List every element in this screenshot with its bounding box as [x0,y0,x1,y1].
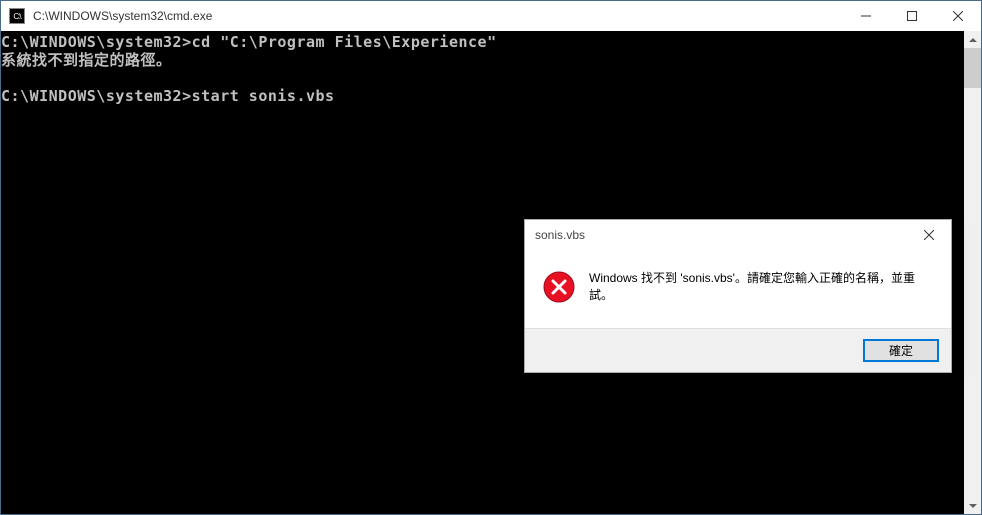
dialog-footer: 確定 [525,328,951,372]
dialog-body: Windows 找不到 'sonis.vbs'。請確定您輸入正確的名稱，並重試。 [525,250,951,328]
window-controls [843,1,981,31]
scrollbar[interactable] [964,31,981,514]
cmd-input-line: start sonis.vbs [192,87,335,105]
error-dialog: sonis.vbs Windows 找不到 'sonis.vbs'。請確定您輸入… [524,219,952,373]
error-icon [543,271,575,303]
cmd-title: C:\WINDOWS\system32\cmd.exe [31,9,843,23]
maximize-button[interactable] [889,1,935,31]
dialog-close-button[interactable] [906,220,951,250]
ok-button[interactable]: 確定 [863,339,939,362]
cmd-output-line: 系統找不到指定的路徑。 [1,51,172,69]
dialog-message: Windows 找不到 'sonis.vbs'。請確定您輸入正確的名稱，並重試。 [589,270,933,304]
close-button[interactable] [935,1,981,31]
minimize-button[interactable] [843,1,889,31]
cmd-input-line: cd "C:\Program Files\Experience" [192,33,497,51]
dialog-title: sonis.vbs [535,228,906,242]
scroll-up-button[interactable] [964,31,981,48]
prompt: C:\WINDOWS\system32> [1,33,192,51]
scroll-down-button[interactable] [964,497,981,514]
scroll-thumb[interactable] [964,48,981,88]
dialog-titlebar: sonis.vbs [525,220,951,250]
scroll-track[interactable] [964,48,981,497]
cmd-titlebar: C:\ C:\WINDOWS\system32\cmd.exe [1,1,981,31]
prompt: C:\WINDOWS\system32> [1,87,192,105]
cmd-icon: C:\ [9,8,25,24]
